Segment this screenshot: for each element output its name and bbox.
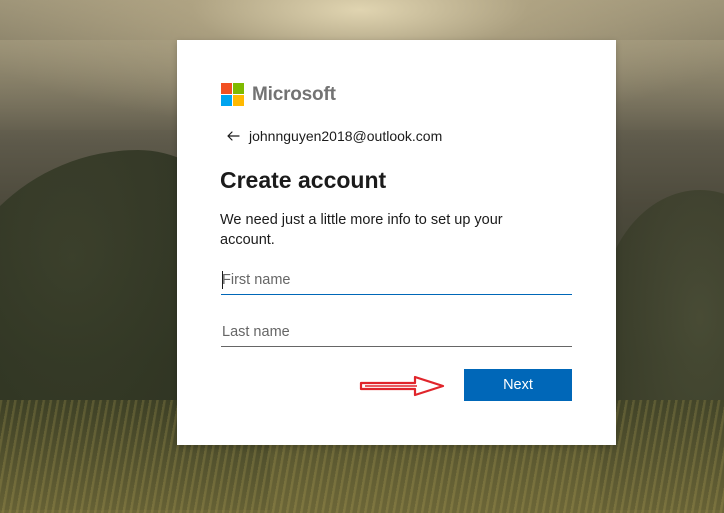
- identity-banner: johnnguyen2018@outlook.com: [225, 128, 442, 144]
- last-name-input[interactable]: [221, 317, 572, 347]
- logo-square-red: [221, 83, 232, 94]
- page-title: Create account: [220, 167, 387, 193]
- first-name-input[interactable]: [221, 265, 572, 295]
- logo-square-blue: [221, 95, 232, 106]
- form-description: We need just a little more info to set u…: [220, 212, 503, 248]
- identity-email: johnnguyen2018@outlook.com: [249, 128, 443, 144]
- logo-wordmark: Microsoft: [252, 83, 336, 105]
- microsoft-logo: Microsoft: [221, 83, 336, 106]
- next-button[interactable]: Next: [464, 369, 572, 401]
- signup-card: Microsoft johnnguyen2018@outlook.com Cre…: [177, 40, 616, 445]
- red-arrow-annotation-icon: [359, 375, 445, 397]
- logo-square-green: [233, 83, 244, 94]
- text-cursor: [222, 271, 223, 289]
- logo-square-yellow: [233, 95, 244, 106]
- microsoft-logo-icon: [221, 83, 244, 106]
- back-arrow-icon[interactable]: [225, 128, 241, 144]
